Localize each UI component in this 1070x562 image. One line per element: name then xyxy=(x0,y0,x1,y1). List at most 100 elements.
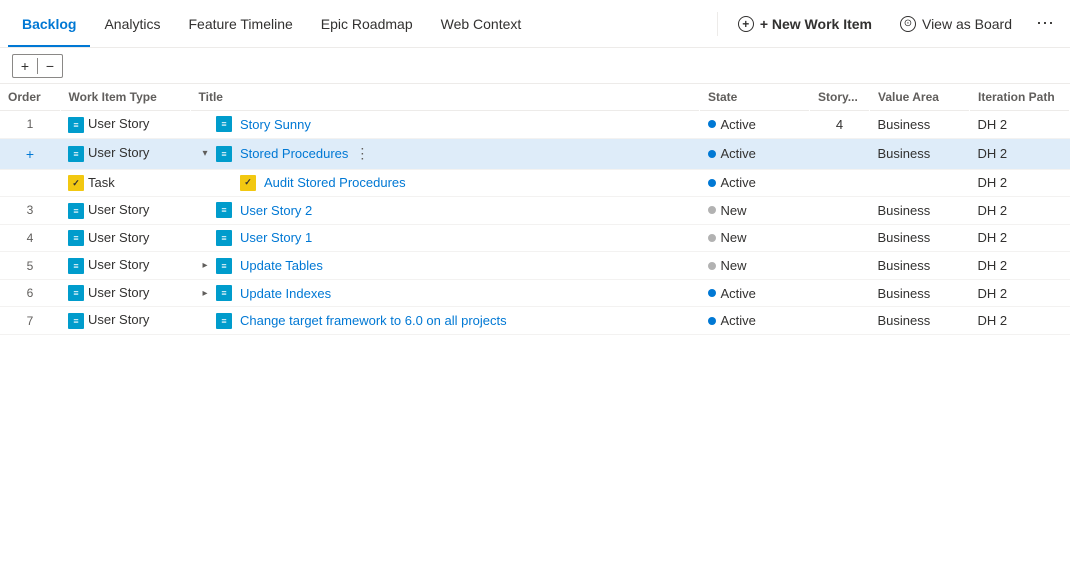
table-row[interactable]: 5≡User Story ▸ ≡ Update Tables NewBusine… xyxy=(0,252,1070,280)
iteration-path-cell: DH 2 xyxy=(970,138,1070,169)
state-label: Active xyxy=(721,313,756,328)
title-text[interactable]: Update Indexes xyxy=(240,286,331,301)
row-add-icon[interactable]: + xyxy=(22,146,38,162)
toolbar-row: + − xyxy=(0,48,1070,84)
title-cell[interactable]: ≡ User Story 2 xyxy=(190,197,700,225)
new-work-item-button[interactable]: + + New Work Item xyxy=(726,10,884,38)
type-cell: ≡User Story xyxy=(60,197,190,225)
state-label: Active xyxy=(721,117,756,132)
story-points-cell xyxy=(810,197,870,225)
state-dot xyxy=(708,317,716,325)
tab-epic-roadmap[interactable]: Epic Roadmap xyxy=(307,0,427,47)
title-text[interactable]: Change target framework to 6.0 on all pr… xyxy=(240,313,507,328)
row-context-menu-button[interactable]: ⋮ xyxy=(352,144,372,164)
expand-icon[interactable]: ▸ xyxy=(198,286,212,300)
state-label: New xyxy=(721,230,747,245)
user-story-title-icon: ≡ xyxy=(216,116,232,132)
remove-row-button[interactable]: − xyxy=(38,55,62,77)
title-cell[interactable]: ≡ Change target framework to 6.0 on all … xyxy=(190,307,700,335)
title-cell[interactable]: ▸ ≡ Update Indexes xyxy=(190,279,700,307)
expand-icon[interactable]: ▸ xyxy=(198,259,212,273)
add-remove-group: + − xyxy=(12,54,63,78)
value-area-cell: Business xyxy=(870,138,970,169)
value-area-cell: Business xyxy=(870,307,970,335)
story-points-cell xyxy=(810,252,870,280)
col-header-story[interactable]: Story... xyxy=(810,84,870,111)
title-text[interactable]: Audit Stored Procedures xyxy=(264,175,406,190)
value-area-cell: Business xyxy=(870,252,970,280)
value-area-cell: Business xyxy=(870,111,970,139)
table-row[interactable]: 7≡User Story ≡ Change target framework t… xyxy=(0,307,1070,335)
order-cell: 7 xyxy=(0,307,60,335)
table-row[interactable]: 3≡User Story ≡ User Story 2 NewBusinessD… xyxy=(0,197,1070,225)
plus-icon: + xyxy=(21,58,29,74)
type-label: User Story xyxy=(88,145,149,160)
col-header-title[interactable]: Title xyxy=(190,84,700,111)
title-cell[interactable]: ▸ ≡ Update Tables xyxy=(190,252,700,280)
user-story-icon: ≡ xyxy=(68,313,84,329)
state-dot xyxy=(708,262,716,270)
story-points-cell xyxy=(810,224,870,252)
title-text[interactable]: Story Sunny xyxy=(240,117,311,132)
order-cell: 4 xyxy=(0,224,60,252)
value-area-cell: Business xyxy=(870,279,970,307)
type-cell: ≡User Story xyxy=(60,252,190,280)
state-cell: Active xyxy=(700,279,810,307)
iteration-path-cell: DH 2 xyxy=(970,224,1070,252)
state-label: Active xyxy=(721,146,756,161)
table-row[interactable]: 4≡User Story ≡ User Story 1 NewBusinessD… xyxy=(0,224,1070,252)
tab-web-context[interactable]: Web Context xyxy=(427,0,536,47)
type-label: User Story xyxy=(88,230,149,245)
title-cell[interactable]: ≡ User Story 1 xyxy=(190,224,700,252)
table-row[interactable]: 6≡User Story ▸ ≡ Update Indexes ActiveBu… xyxy=(0,279,1070,307)
minus-icon: − xyxy=(46,58,54,74)
add-row-button[interactable]: + xyxy=(13,55,37,77)
type-cell: ≡User Story xyxy=(60,138,190,169)
nav-divider xyxy=(717,12,718,36)
tab-feature-timeline[interactable]: Feature Timeline xyxy=(175,0,307,47)
state-dot xyxy=(708,179,716,187)
story-points-cell xyxy=(810,138,870,169)
table-body: 1≡User Story ≡ Story Sunny Active4Busine… xyxy=(0,111,1070,335)
expand-icon[interactable]: ▾ xyxy=(198,147,212,161)
story-points-cell xyxy=(810,307,870,335)
title-text[interactable]: Stored Procedures xyxy=(240,146,348,161)
col-header-type[interactable]: Work Item Type xyxy=(60,84,190,111)
type-cell: ✓Task xyxy=(60,169,190,197)
col-header-order[interactable]: Order xyxy=(0,84,60,111)
state-cell: Active xyxy=(700,307,810,335)
col-header-state[interactable]: State xyxy=(700,84,810,111)
tab-analytics[interactable]: Analytics xyxy=(90,0,174,47)
table-header-row: Order Work Item Type Title State Story..… xyxy=(0,84,1070,111)
title-text[interactable]: User Story 2 xyxy=(240,203,312,218)
type-cell: ≡User Story xyxy=(60,279,190,307)
plus-icon: + xyxy=(738,16,754,32)
table-row[interactable]: + ≡User Story ▾ ≡ Stored Procedures ⋮ Act… xyxy=(0,138,1070,169)
view-as-board-button[interactable]: ⊙ View as Board xyxy=(888,10,1024,38)
value-area-cell xyxy=(870,169,970,197)
title-cell[interactable]: ▾ ≡ Stored Procedures ⋮ xyxy=(190,138,700,169)
user-story-title-icon: ≡ xyxy=(216,258,232,274)
user-story-title-icon: ≡ xyxy=(216,202,232,218)
state-dot xyxy=(708,150,716,158)
col-header-value[interactable]: Value Area xyxy=(870,84,970,111)
title-cell[interactable]: ✓ Audit Stored Procedures xyxy=(190,169,700,197)
more-options-icon[interactable]: ⋯ xyxy=(1028,9,1062,38)
iteration-path-cell: DH 2 xyxy=(970,307,1070,335)
tab-backlog[interactable]: Backlog xyxy=(8,0,90,47)
type-cell: ≡User Story xyxy=(60,111,190,139)
table-row[interactable]: 1≡User Story ≡ Story Sunny Active4Busine… xyxy=(0,111,1070,139)
col-header-iter[interactable]: Iteration Path xyxy=(970,84,1070,111)
title-text[interactable]: User Story 1 xyxy=(240,230,312,245)
state-cell: Active xyxy=(700,169,810,197)
user-story-icon: ≡ xyxy=(68,117,84,133)
title-text[interactable]: Update Tables xyxy=(240,258,323,273)
title-cell[interactable]: ≡ Story Sunny xyxy=(190,111,700,139)
order-cell: 1 xyxy=(0,111,60,139)
type-label: User Story xyxy=(88,285,149,300)
state-label: New xyxy=(721,258,747,273)
state-cell: Active xyxy=(700,138,810,169)
table-row[interactable]: ✓Task ✓ Audit Stored Procedures ActiveDH… xyxy=(0,169,1070,197)
user-story-title-icon: ≡ xyxy=(216,313,232,329)
type-label: Task xyxy=(88,175,115,190)
